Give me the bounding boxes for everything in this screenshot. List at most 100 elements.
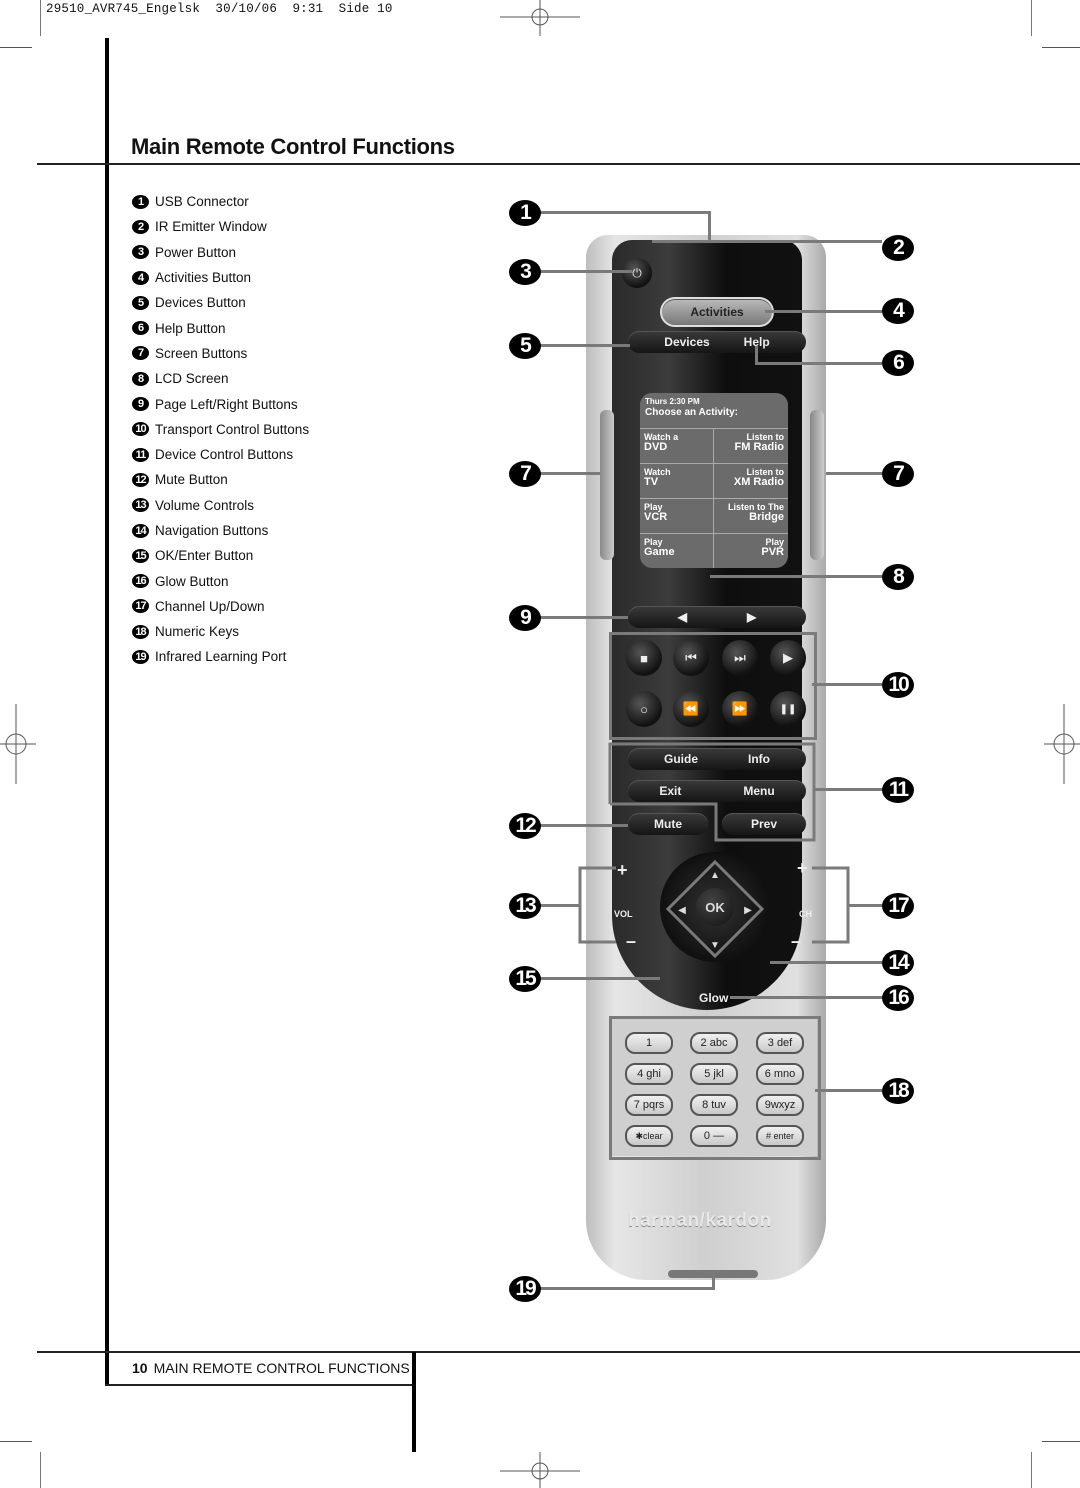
legend-item: 19 Infrared Learning Port [132,644,309,669]
number-badge: 3 [132,245,149,260]
leader-line [812,683,882,686]
activities-button: Activities [660,297,774,327]
power-button: ⏻ [622,258,652,288]
activity-tile: Listen to XM Radio [714,463,788,498]
number-badge: 5 [132,295,149,310]
legend-label: Volume Controls [155,497,255,513]
leader-line [765,310,882,313]
callout-5: 5 [509,333,541,359]
callout-7-right: 7 [882,461,914,487]
legend-label: Infrared Learning Port [155,649,287,665]
crop-mark [1031,0,1032,36]
legend-item: 15 OK/Enter Button [132,543,309,568]
legend-label: Page Left/Right Buttons [155,396,298,412]
keypad-highlight-box [609,1016,821,1160]
ch-bracket [812,866,850,944]
tile-line2: PVR [761,546,784,558]
screen-buttons-right [810,410,824,560]
tile-line2: FM Radio [734,441,785,453]
vol-plus: + [617,860,628,880]
transport-highlight-box [609,632,817,740]
number-badge: 16 [132,574,149,589]
legend-item: 18 Numeric Keys [132,619,309,644]
title-rule [37,163,1080,165]
leader-line [815,788,882,791]
registration-mark-right [1044,704,1080,784]
callout-12: 12 [509,813,541,839]
registration-mark-left [0,704,36,784]
leader-line [770,961,882,964]
callout-11: 11 [882,777,914,803]
leader-line [848,904,882,907]
callout-7-left: 7 [509,461,541,487]
crop-mark [40,0,41,36]
callout-17: 17 [882,893,914,919]
number-badge: 14 [132,523,149,538]
callout-15: 15 [509,966,541,992]
legend-label: OK/Enter Button [155,548,254,564]
leader-line [712,1272,715,1290]
legend-label: Numeric Keys [155,624,240,640]
number-badge: 4 [132,270,149,285]
devices-button: Devices [664,335,710,349]
callout-6: 6 [882,350,914,376]
crop-mark [0,47,32,48]
crop-mark [1031,1452,1032,1488]
page-buttons-bar: ◀ ▶ [628,606,806,628]
number-badge: 11 [132,447,149,462]
tile-line2: TV [644,476,659,488]
number-badge: 1 [132,194,149,209]
legend-item: 10 Transport Control Buttons [132,417,309,442]
legend-label: USB Connector [155,194,249,210]
tile-line2: XM Radio [733,476,784,488]
page-left-icon: ◀ [677,610,687,624]
brand-logo: harman/kardon [628,1210,772,1231]
callout-9: 9 [509,605,541,631]
legend-label: Screen Buttons [155,345,248,361]
number-badge: 2 [132,219,149,234]
svg-text:▼: ▼ [710,940,720,951]
crop-mark [0,1441,32,1442]
crop-mark [1042,47,1080,48]
number-badge: 10 [132,422,149,437]
svg-text:◀: ◀ [678,905,686,916]
callout-14: 14 [882,950,914,976]
devices-help-bar: Devices Help [628,331,806,353]
number-badge: 19 [132,649,149,664]
legend-item: 5 Devices Button [132,290,309,315]
leader-line [815,1089,882,1092]
legend-label: LCD Screen [155,371,229,387]
callout-1: 1 [509,200,541,226]
callout-18: 18 [882,1078,914,1104]
legend-label: IR Emitter Window [155,219,267,235]
legend-label: Transport Control Buttons [155,421,310,437]
crop-mark [40,1452,41,1488]
leader-line [540,211,710,214]
section-name: MAIN REMOTE CONTROL FUNCTIONS [153,1360,410,1376]
legend-item: 2 IR Emitter Window [132,214,309,239]
legend-label: Mute Button [155,472,228,488]
leader-line [540,977,660,980]
legend-label: Navigation Buttons [155,523,269,538]
leader-line [708,211,711,241]
page-number: 10 [132,1360,148,1376]
leader-line [540,616,628,619]
legend-label: Power Button [155,244,237,260]
activity-tile: Play VCR [640,498,714,533]
page-title: Main Remote Control Functions [131,134,455,159]
footer-label: 10 MAIN REMOTE CONTROL FUNCTIONS [132,1360,410,1376]
number-badge: 7 [132,346,149,361]
svg-text:▲: ▲ [710,870,720,881]
legend-item: 1 USB Connector [132,189,309,214]
leader-line [540,1287,715,1290]
legend-item: 11 Device Control Buttons [132,442,309,467]
page-margin-bar [105,38,109,1386]
registration-mark-top [500,0,580,36]
tile-line2: Game [644,546,675,558]
number-badge: 6 [132,321,149,336]
number-badge: 15 [132,548,149,563]
callout-10: 10 [882,672,914,698]
vol-bracket [578,866,616,944]
legend-item: 4 Activities Button [132,265,309,290]
legend-item: 17 Channel Up/Down [132,594,309,619]
